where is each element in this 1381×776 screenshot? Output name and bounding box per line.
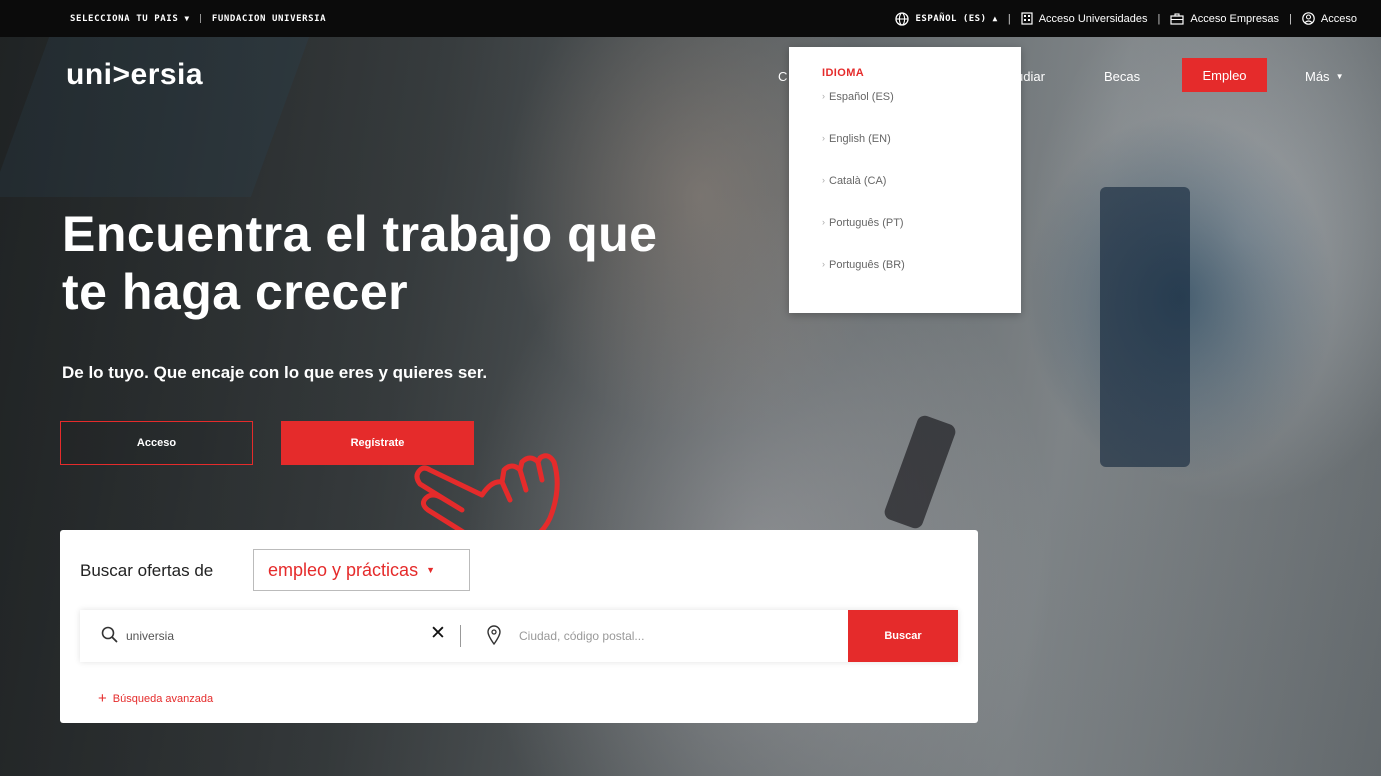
foundation-link[interactable]: FUNDACION UNIVERSIA [212,14,326,24]
caret-down-icon: ▼ [1335,71,1344,81]
top-bar-right: ESPAÑOL (ES) ▲ | Acceso Universidades | … [895,0,1357,37]
caret-down-icon: ▼ [426,565,435,575]
clear-icon[interactable]: ✕ [430,622,446,645]
nav-item-partial[interactable]: C [778,58,787,94]
login-button[interactable]: Acceso [60,421,253,465]
hero-subline: De lo tuyo. Que encaje con lo que eres y… [62,363,488,382]
caret-down-icon: ▼ [184,13,190,23]
top-bar-left: SELECCIONA TU PAIS ▼ | FUNDACION UNIVERS… [70,0,326,37]
globe-icon [895,11,910,26]
login-link[interactable]: Acceso [1302,12,1357,25]
search-icon [101,626,118,643]
search-label: Buscar ofertas de [80,561,214,580]
hero-headline: Encuentra el trabajo que te haga crecer [62,206,658,320]
language-option-es[interactable]: › Español (ES) [822,91,1021,133]
nav-item-empleo[interactable]: Empleo [1182,58,1267,92]
separator: | [197,13,204,24]
universia-logo[interactable]: uni>ersia [66,58,203,92]
search-row: ✕ Buscar [80,610,958,662]
chevron-right-icon: › [822,175,825,185]
country-select[interactable]: SELECCIONA TU PAIS ▼ [70,14,190,24]
separator: | [1157,12,1161,25]
nav-item-mas[interactable]: Más ▼ [1305,58,1343,94]
language-dropdown: IDIOMA › Español (ES) › English (EN) › Cata… [789,47,1021,313]
location-input[interactable] [519,626,849,646]
separator: | [1007,12,1011,25]
search-type-select[interactable]: empleo y prácticas ▼ [253,549,470,591]
language-option-ca[interactable]: › Català (CA) [822,175,1021,217]
divider [460,625,461,647]
briefcase-icon [1170,12,1185,25]
dropdown-title: IDIOMA [822,67,865,79]
language-option-pt[interactable]: › Português (PT) [822,217,1021,259]
chevron-right-icon: › [822,91,825,101]
language-select[interactable]: ESPAÑOL (ES) ▲ [895,11,998,26]
advanced-search-link[interactable]: + Búsqueda avanzada [98,690,213,707]
location-pin-icon [487,625,501,645]
nav-item-becas[interactable]: Becas [1104,58,1140,94]
plus-icon: + [98,690,107,707]
chevron-right-icon: › [822,133,825,143]
chevron-right-icon: › [822,259,825,269]
language-option-br[interactable]: › Português (BR) [822,259,1021,301]
caret-up-icon: ▲ [992,14,998,23]
top-bar: SELECCIONA TU PAIS ▼ | FUNDACION UNIVERS… [0,0,1381,37]
chevron-right-icon: › [822,217,825,227]
user-circle-icon [1302,12,1315,25]
search-button[interactable]: Buscar [848,610,958,662]
language-option-en[interactable]: › English (EN) [822,133,1021,175]
separator: | [1289,12,1292,25]
building-icon [1021,12,1033,25]
search-panel: Buscar ofertas de empleo y prácticas ▼ ✕… [60,530,978,723]
universities-link[interactable]: Acceso Universidades [1021,12,1148,25]
search-input[interactable] [126,626,446,646]
companies-link[interactable]: Acceso Empresas [1170,13,1279,25]
